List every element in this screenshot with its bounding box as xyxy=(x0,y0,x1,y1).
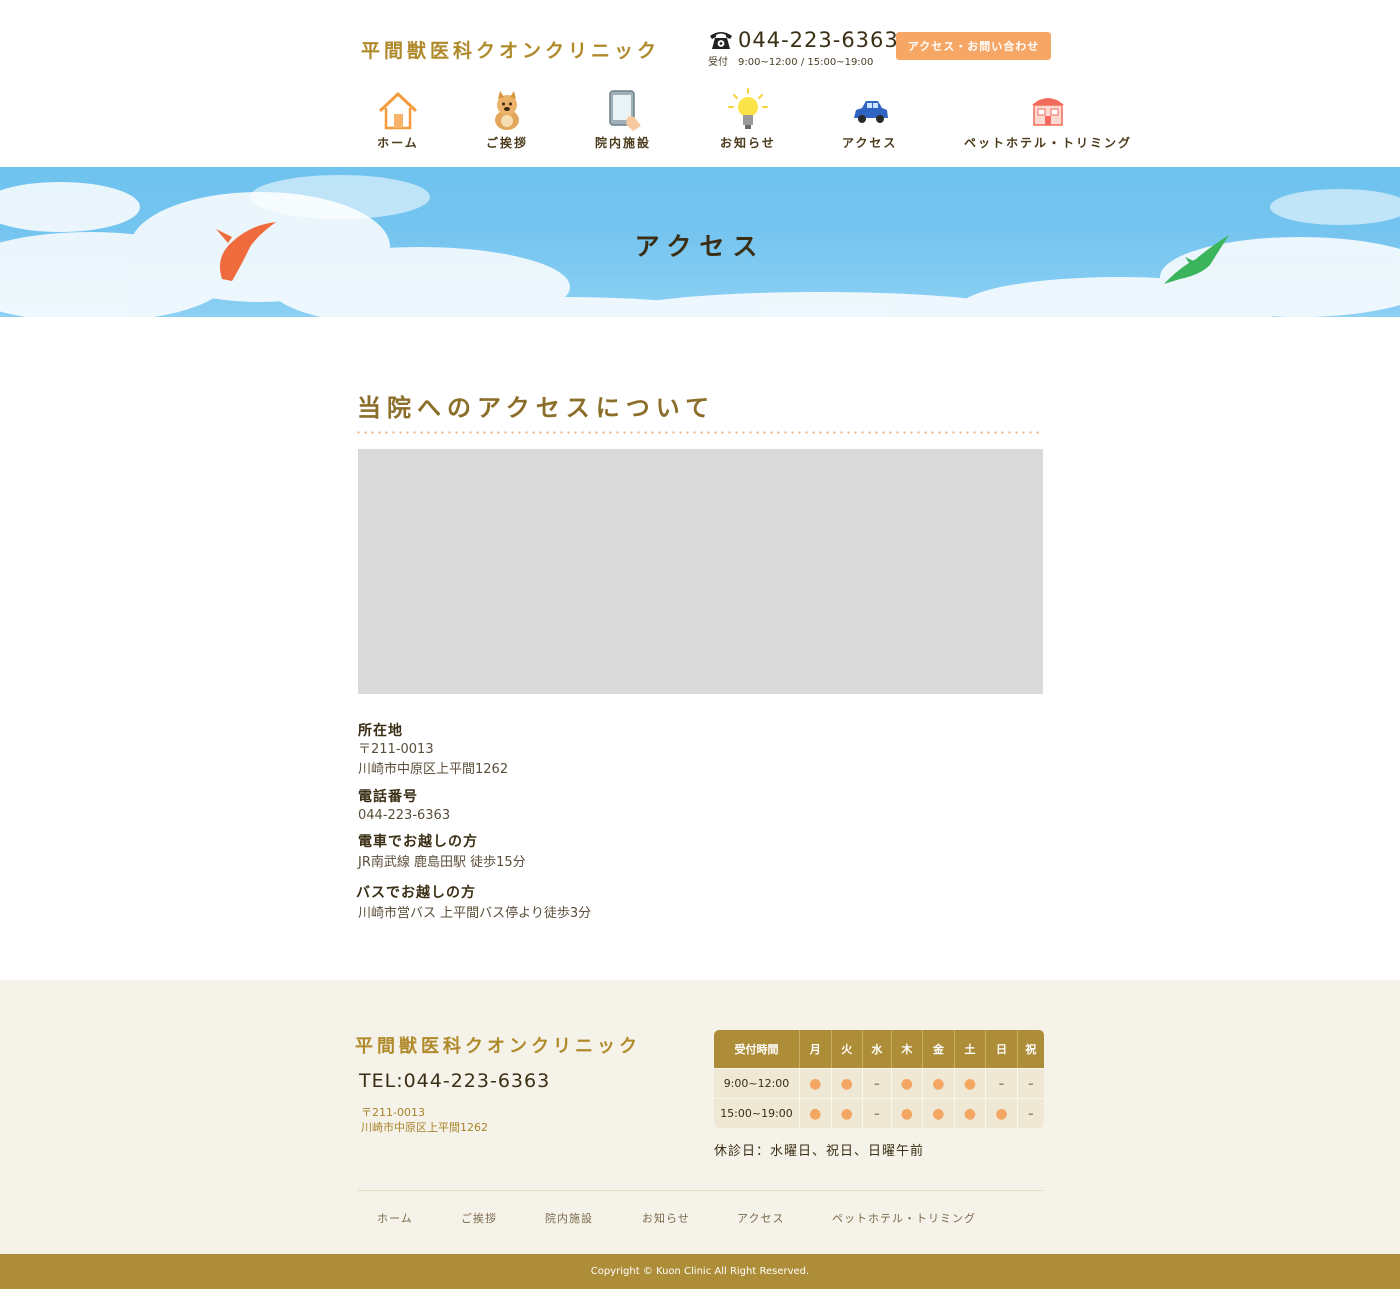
hours-row-afternoon: 15:00~19:00 ● ● – ● ● ● ● – xyxy=(714,1098,1044,1128)
telephone-icon xyxy=(710,32,732,49)
nav-item-home[interactable]: ホーム xyxy=(376,88,420,151)
header-hours: 受付 9:00~12:00 / 15:00~19:00 xyxy=(708,53,899,68)
cat-icon xyxy=(495,91,519,130)
site-header: 平間獣医科クオンクリニック 044-223-6363 受付 9:00~12:00 … xyxy=(0,0,1400,167)
hours-cell: ● xyxy=(923,1098,955,1128)
info-text: 川崎市営バス 上平間バス停より徒歩3分 xyxy=(358,906,592,921)
copyright-text: Copyright © Kuon Clinic All Right Reserv… xyxy=(590,1266,810,1277)
info-text: JR南武線 鹿島田駅 徒歩15分 xyxy=(358,855,526,870)
nav-label: アクセス xyxy=(842,136,898,150)
nav-label: ペットホテル・トリミング xyxy=(964,136,1133,150)
info-address: 所在地 〒211-0013 川崎市中原区上平間1262 xyxy=(358,720,508,780)
info-heading: 電車でお越しの方 xyxy=(358,834,478,850)
footer-address: 〒211-0013 川崎市中原区上平間1262 xyxy=(361,1105,488,1135)
hours-cell: – xyxy=(1017,1098,1044,1128)
hours-cell: – xyxy=(1017,1068,1044,1098)
header-tel-block: 044-223-6363 受付 9:00~12:00 / 15:00~19:00 xyxy=(708,28,899,68)
hours-cell: ● xyxy=(954,1098,987,1128)
info-text: 川崎市中原区上平間1262 xyxy=(358,762,509,777)
global-nav: ホーム ご挨拶 院内施設 お知らせ アクセス ペットホテル・トリミング xyxy=(0,88,1400,158)
info-heading: バスでお越しの方 xyxy=(356,885,476,901)
site-footer: 平間獣医科クオンクリニック TEL:044-223-6363 〒211-0013… xyxy=(0,980,1400,1254)
hours-cell: ● xyxy=(800,1098,832,1128)
footer-nav-pet-hotel[interactable]: ペットホテル・トリミング xyxy=(832,1210,976,1226)
footer-nav-greeting[interactable]: ご挨拶 xyxy=(461,1210,497,1226)
nav-label: ご挨拶 xyxy=(485,136,528,150)
info-heading: 所在地 xyxy=(358,723,403,739)
tablet-icon xyxy=(609,90,641,131)
car-icon xyxy=(853,101,888,123)
nav-label: ホーム xyxy=(377,136,419,150)
info-bus: バスでお越しの方 川崎市営バス 上平間バス停より徒歩3分 xyxy=(356,882,591,924)
hours-row-morning: 9:00~12:00 ● ● – ● ● ● – – xyxy=(714,1068,1044,1098)
nav-item-access[interactable]: アクセス xyxy=(842,88,897,151)
hours-time-cell: 9:00~12:00 xyxy=(714,1068,800,1098)
hours-cell: ● xyxy=(891,1098,924,1128)
hours-header-cell: 祝 xyxy=(1017,1030,1044,1068)
info-text: 〒211-0013 xyxy=(358,742,434,757)
hours-cell: ● xyxy=(891,1068,924,1098)
page-title: アクセス xyxy=(634,232,766,261)
hours-cell: ● xyxy=(986,1098,1018,1128)
footer-nav-news[interactable]: お知らせ xyxy=(642,1210,690,1226)
hours-cell: – xyxy=(986,1068,1018,1098)
footer-nav-access[interactable]: アクセス xyxy=(737,1210,784,1226)
info-text: 044-223-6363 xyxy=(358,808,451,823)
nav-item-news[interactable]: お知らせ xyxy=(720,88,776,151)
hours-header-row: 受付時間 月 火 水 木 金 土 日 祝 xyxy=(714,1030,1044,1068)
hours-header-cell: 受付時間 xyxy=(714,1030,800,1068)
hours-cell: ● xyxy=(800,1068,832,1098)
footer-divider xyxy=(358,1190,1043,1191)
house-icon xyxy=(379,92,417,130)
header-tel-number[interactable]: 044-223-6363 xyxy=(738,28,899,52)
hours-header-cell: 土 xyxy=(954,1030,987,1068)
hours-cell: ● xyxy=(831,1068,864,1098)
hours-time-cell: 15:00~19:00 xyxy=(714,1098,800,1128)
footer-logo[interactable]: 平間獣医科クオンクリニック xyxy=(355,1032,641,1058)
closed-days-note: 休診日：水曜日、祝日、日曜午前 xyxy=(714,1144,925,1159)
hours-cell: ● xyxy=(831,1098,864,1128)
hours-header-cell: 日 xyxy=(986,1030,1018,1068)
nav-label: 院内施設 xyxy=(595,136,652,150)
footer-address-line: 川崎市中原区上平間1262 xyxy=(361,1121,488,1134)
footer-tel[interactable]: TEL:044-223-6363 xyxy=(359,1070,550,1092)
hours-table: 受付時間 月 火 水 木 金 土 日 祝 9:00~12:00 ● ● – ● … xyxy=(714,1030,1044,1128)
nav-item-pet-hotel[interactable]: ペットホテル・トリミング xyxy=(964,88,1132,151)
hours-header-cell: 水 xyxy=(863,1030,892,1068)
info-heading: 電話番号 xyxy=(358,789,418,805)
nav-item-facilities[interactable]: 院内施設 xyxy=(595,88,651,151)
header-hours-label: 受付 xyxy=(708,57,728,68)
map-embed[interactable] xyxy=(358,449,1043,694)
page-hero-banner: アクセス xyxy=(0,167,1400,317)
nav-label: お知らせ xyxy=(720,136,776,150)
info-train: 電車でお越しの方 JR南武線 鹿島田駅 徒歩15分 xyxy=(358,831,526,873)
section-title: 当院へのアクセスについて xyxy=(357,394,716,422)
copyright-bar: Copyright © Kuon Clinic All Right Reserv… xyxy=(0,1254,1400,1289)
hours-header-cell: 木 xyxy=(891,1030,924,1068)
footer-nav-home[interactable]: ホーム xyxy=(377,1210,413,1226)
hours-header-cell: 月 xyxy=(800,1030,832,1068)
site-logo[interactable]: 平間獣医科クオンクリニック xyxy=(361,36,660,63)
footer-postal: 〒211-0013 xyxy=(361,1106,425,1119)
header-hours-value: 9:00~12:00 / 15:00~19:00 xyxy=(738,57,874,68)
nav-item-greeting[interactable]: ご挨拶 xyxy=(485,88,529,151)
hours-cell: ● xyxy=(954,1068,987,1098)
contact-button[interactable]: アクセス・お問い合わせ xyxy=(896,32,1051,60)
footer-nav-facilities[interactable]: 院内施設 xyxy=(545,1210,593,1226)
dotted-divider xyxy=(355,431,1041,434)
hours-cell: – xyxy=(863,1068,892,1098)
lightbulb-icon xyxy=(727,88,768,129)
hours-header-cell: 火 xyxy=(831,1030,864,1068)
hours-cell: ● xyxy=(923,1068,955,1098)
hours-cell: – xyxy=(863,1098,892,1128)
hours-header-cell: 金 xyxy=(923,1030,955,1068)
info-phone: 電話番号 044-223-6363 xyxy=(358,786,450,826)
hotel-icon xyxy=(1032,98,1064,126)
